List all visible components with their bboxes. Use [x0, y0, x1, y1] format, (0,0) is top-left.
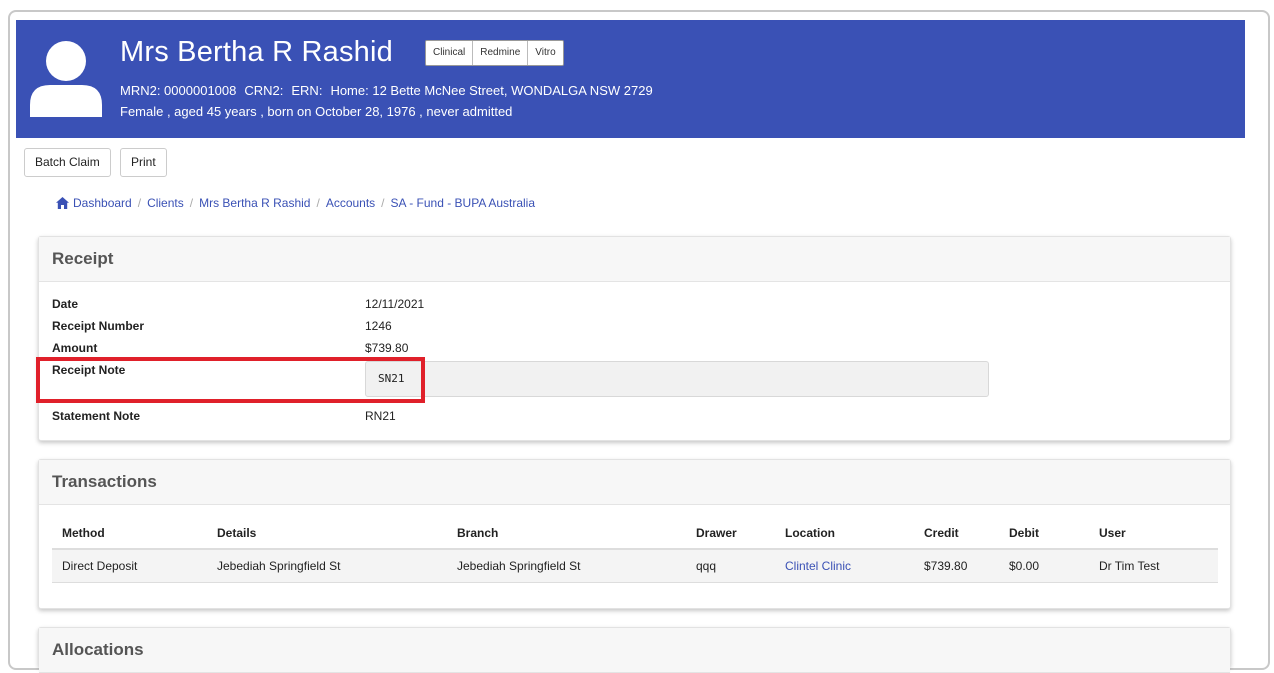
- cell-details: Jebediah Springfield St: [207, 549, 447, 583]
- breadcrumb-separator: /: [189, 196, 194, 210]
- receipt-note-highlight: [36, 357, 425, 403]
- amount-value: $739.80: [365, 341, 409, 355]
- cell-debit: $0.00: [999, 549, 1089, 583]
- col-details: Details: [207, 520, 447, 550]
- cell-location-link[interactable]: Clintel Clinic: [775, 549, 914, 583]
- receipt-card: Receipt Date 12/11/2021 Receipt Number 1…: [38, 236, 1231, 441]
- col-branch: Branch: [447, 520, 686, 550]
- breadcrumb: Dashboard / Clients / Mrs Bertha R Rashi…: [56, 196, 535, 210]
- batch-claim-button[interactable]: Batch Claim: [24, 148, 111, 177]
- breadcrumb-fund[interactable]: SA - Fund - BUPA Australia: [391, 196, 536, 210]
- col-method: Method: [52, 520, 207, 550]
- col-debit: Debit: [999, 520, 1089, 550]
- statement-note-label: Statement Note: [52, 409, 141, 423]
- allocations-title: Allocations: [39, 628, 1230, 673]
- breadcrumb-client[interactable]: Mrs Bertha R Rashid: [199, 196, 310, 210]
- transactions-card: Transactions Method Details Branch Drawe…: [38, 459, 1231, 609]
- cell-method: Direct Deposit: [52, 549, 207, 583]
- tag-vitro[interactable]: Vitro: [528, 41, 563, 65]
- cell-branch: Jebediah Springfield St: [447, 549, 686, 583]
- client-header: Mrs Bertha R Rashid Clinical Redmine Vit…: [16, 20, 1245, 138]
- amount-label: Amount: [52, 341, 98, 355]
- date-value: 12/11/2021: [365, 297, 425, 311]
- tag-redmine[interactable]: Redmine: [473, 41, 529, 65]
- table-header-row: Method Details Branch Drawer Location Cr…: [52, 520, 1218, 550]
- mrn2: MRN2: 0000001008: [120, 83, 237, 98]
- date-label: Date: [52, 297, 79, 311]
- cell-user: Dr Tim Test: [1089, 549, 1218, 583]
- breadcrumb-separator: /: [137, 196, 142, 210]
- home-icon[interactable]: [56, 197, 69, 209]
- print-button[interactable]: Print: [120, 148, 167, 177]
- ern: ERN:: [291, 83, 323, 98]
- breadcrumb-dashboard[interactable]: Dashboard: [73, 196, 132, 210]
- col-credit: Credit: [914, 520, 999, 550]
- statement-note-value: RN21: [365, 409, 396, 423]
- allocations-card: Allocations: [38, 627, 1231, 673]
- col-drawer: Drawer: [686, 520, 775, 550]
- transactions-title: Transactions: [39, 460, 1230, 505]
- col-location: Location: [775, 520, 914, 550]
- tag-clinical[interactable]: Clinical: [426, 41, 474, 65]
- crn2: CRN2:: [244, 83, 284, 98]
- table-row[interactable]: Direct Deposit Jebediah Springfield St J…: [52, 549, 1218, 583]
- client-name: Mrs Bertha R Rashid: [120, 36, 393, 68]
- col-user: User: [1089, 520, 1218, 550]
- home-address: Home: 12 Bette McNee Street, WONDALGA NS…: [330, 83, 653, 98]
- cell-drawer: qqq: [686, 549, 775, 583]
- breadcrumb-separator: /: [316, 196, 320, 210]
- cell-credit: $739.80: [914, 549, 999, 583]
- user-avatar-icon: [30, 41, 102, 117]
- transactions-table: Method Details Branch Drawer Location Cr…: [52, 520, 1218, 583]
- client-identifiers: MRN2: 0000001008 CRN2: ERN: Home: 12 Bette …: [120, 83, 661, 98]
- receipt-title: Receipt: [39, 237, 1230, 282]
- breadcrumb-accounts[interactable]: Accounts: [326, 196, 375, 210]
- breadcrumb-clients[interactable]: Clients: [147, 196, 184, 210]
- integration-tags: Clinical Redmine Vitro: [425, 40, 564, 66]
- client-summary: Female , aged 45 years , born on October…: [120, 104, 513, 119]
- breadcrumb-separator: /: [381, 196, 385, 210]
- receipt-number-label: Receipt Number: [52, 319, 145, 333]
- receipt-number-value: 1246: [365, 319, 392, 333]
- receipt-note-field[interactable]: SN21: [365, 361, 989, 397]
